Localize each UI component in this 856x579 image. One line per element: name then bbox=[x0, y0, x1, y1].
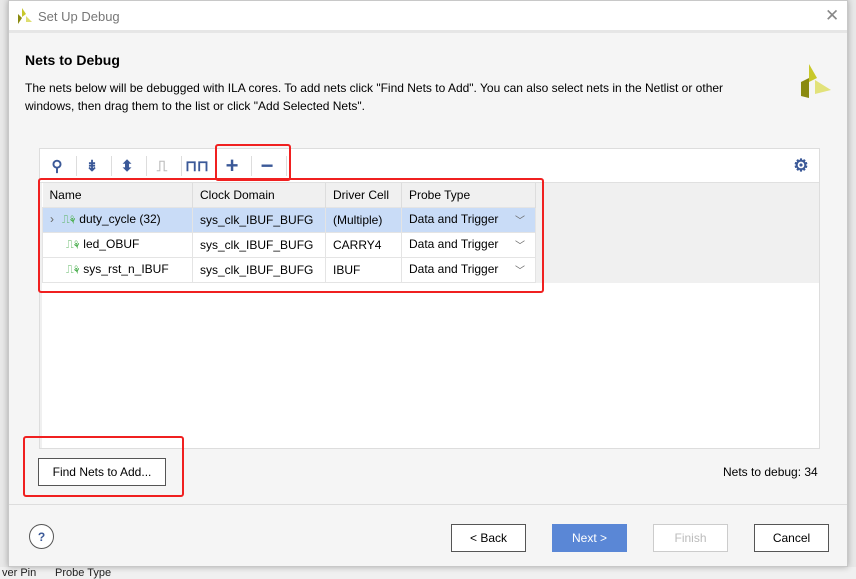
help-button[interactable]: ? bbox=[29, 524, 54, 549]
net-name: duty_cycle (32) bbox=[79, 212, 161, 226]
clock-domain: sys_clk_IBUF_BUFG bbox=[192, 256, 326, 283]
net-name: led_OBUF bbox=[83, 237, 140, 251]
background-window-strip: ver Pin Probe Type bbox=[0, 567, 856, 579]
column-header-name[interactable]: Name bbox=[42, 183, 193, 207]
chevron-down-icon[interactable]: ﹀ bbox=[515, 262, 525, 277]
nets-table-area: Name Clock Domain Driver Cell Probe Type… bbox=[40, 182, 819, 448]
net-name: sys_rst_n_IBUF bbox=[83, 262, 169, 276]
nets-table: Name Clock Domain Driver Cell Probe Type… bbox=[42, 183, 536, 283]
net-icon: ⎍⚘ bbox=[66, 264, 80, 276]
signal-icon: ⎍ bbox=[156, 157, 168, 175]
probe-type-value: Data and Trigger bbox=[409, 237, 499, 251]
driver-cell: IBUF bbox=[325, 256, 402, 283]
footer-divider bbox=[9, 504, 847, 505]
driver-cell: (Multiple) bbox=[325, 206, 402, 233]
search-icon[interactable]: ⚲ bbox=[46, 155, 68, 177]
toolbar: ⚲ ⇟ ⬍ ⎍ ⊓⊓ + − ⚙ bbox=[40, 149, 819, 182]
collapse-all-icon[interactable]: ⇟ bbox=[81, 155, 103, 177]
xilinx-logo-icon bbox=[801, 64, 831, 98]
finish-button: Finish bbox=[653, 524, 728, 552]
nets-count: Nets to debug: 34 bbox=[723, 465, 818, 479]
table-empty-area bbox=[42, 283, 819, 448]
page-title: Nets to Debug bbox=[25, 52, 120, 68]
back-button[interactable]: < Back bbox=[451, 524, 526, 552]
bg-column: ver Pin bbox=[2, 567, 37, 579]
expand-all-icon[interactable]: ⬍ bbox=[116, 155, 138, 177]
chevron-down-icon[interactable]: ﹀ bbox=[515, 237, 525, 252]
gear-icon[interactable]: ⚙ bbox=[790, 155, 812, 177]
vivado-logo-icon bbox=[18, 8, 32, 24]
window-title: Set Up Debug bbox=[38, 9, 120, 24]
find-nets-button[interactable]: Find Nets to Add... bbox=[38, 458, 166, 486]
net-icon: ⎍⚘ bbox=[62, 214, 76, 226]
driver-cell: CARRY4 bbox=[325, 231, 402, 258]
table-row[interactable]: ⎍⚘ sys_rst_n_IBUF sys_clk_IBUF_BUFG IBUF … bbox=[42, 256, 536, 283]
bg-column: Probe Type bbox=[55, 567, 112, 579]
remove-icon[interactable]: − bbox=[256, 153, 278, 178]
column-header-driver-cell[interactable]: Driver Cell bbox=[325, 183, 402, 207]
clock-domain: sys_clk_IBUF_BUFG bbox=[192, 231, 326, 258]
probe-type-select[interactable]: Data and Trigger ﹀ bbox=[401, 206, 536, 233]
page-description: The nets below will be debugged with ILA… bbox=[25, 81, 724, 113]
probe-type-select[interactable]: Data and Trigger ﹀ bbox=[401, 256, 536, 283]
table-row[interactable]: › ⎍⚘ duty_cycle (32) sys_clk_IBUF_BUFG (Mu… bbox=[42, 206, 536, 233]
probe-type-value: Data and Trigger bbox=[409, 212, 499, 226]
clock-domain: sys_clk_IBUF_BUFG bbox=[192, 206, 326, 233]
title-bar: Set Up Debug ✕ bbox=[9, 1, 847, 33]
add-icon[interactable]: + bbox=[221, 153, 243, 178]
close-icon[interactable]: ✕ bbox=[825, 6, 839, 26]
table-row[interactable]: ⎍⚘ led_OBUF sys_clk_IBUF_BUFG CARRY4 Data… bbox=[42, 231, 536, 258]
cancel-button[interactable]: Cancel bbox=[754, 524, 829, 552]
probe-type-value: Data and Trigger bbox=[409, 262, 499, 276]
net-icon: ⎍⚘ bbox=[66, 239, 80, 251]
next-button[interactable]: Next > bbox=[552, 524, 627, 552]
column-header-clock-domain[interactable]: Clock Domain bbox=[192, 183, 326, 207]
setup-debug-dialog: Set Up Debug ✕ Nets to Debug The nets be… bbox=[8, 0, 848, 567]
probe-type-select[interactable]: Data and Trigger ﹀ bbox=[401, 231, 536, 258]
chevron-down-icon[interactable]: ﹀ bbox=[515, 212, 525, 227]
waveform-icon[interactable]: ⊓⊓ bbox=[185, 155, 208, 177]
column-header-probe-type[interactable]: Probe Type bbox=[401, 183, 536, 207]
expand-chevron-icon[interactable]: › bbox=[50, 212, 54, 226]
nets-panel: ⚲ ⇟ ⬍ ⎍ ⊓⊓ + − ⚙ Name Clock Domain Drive… bbox=[39, 148, 820, 449]
